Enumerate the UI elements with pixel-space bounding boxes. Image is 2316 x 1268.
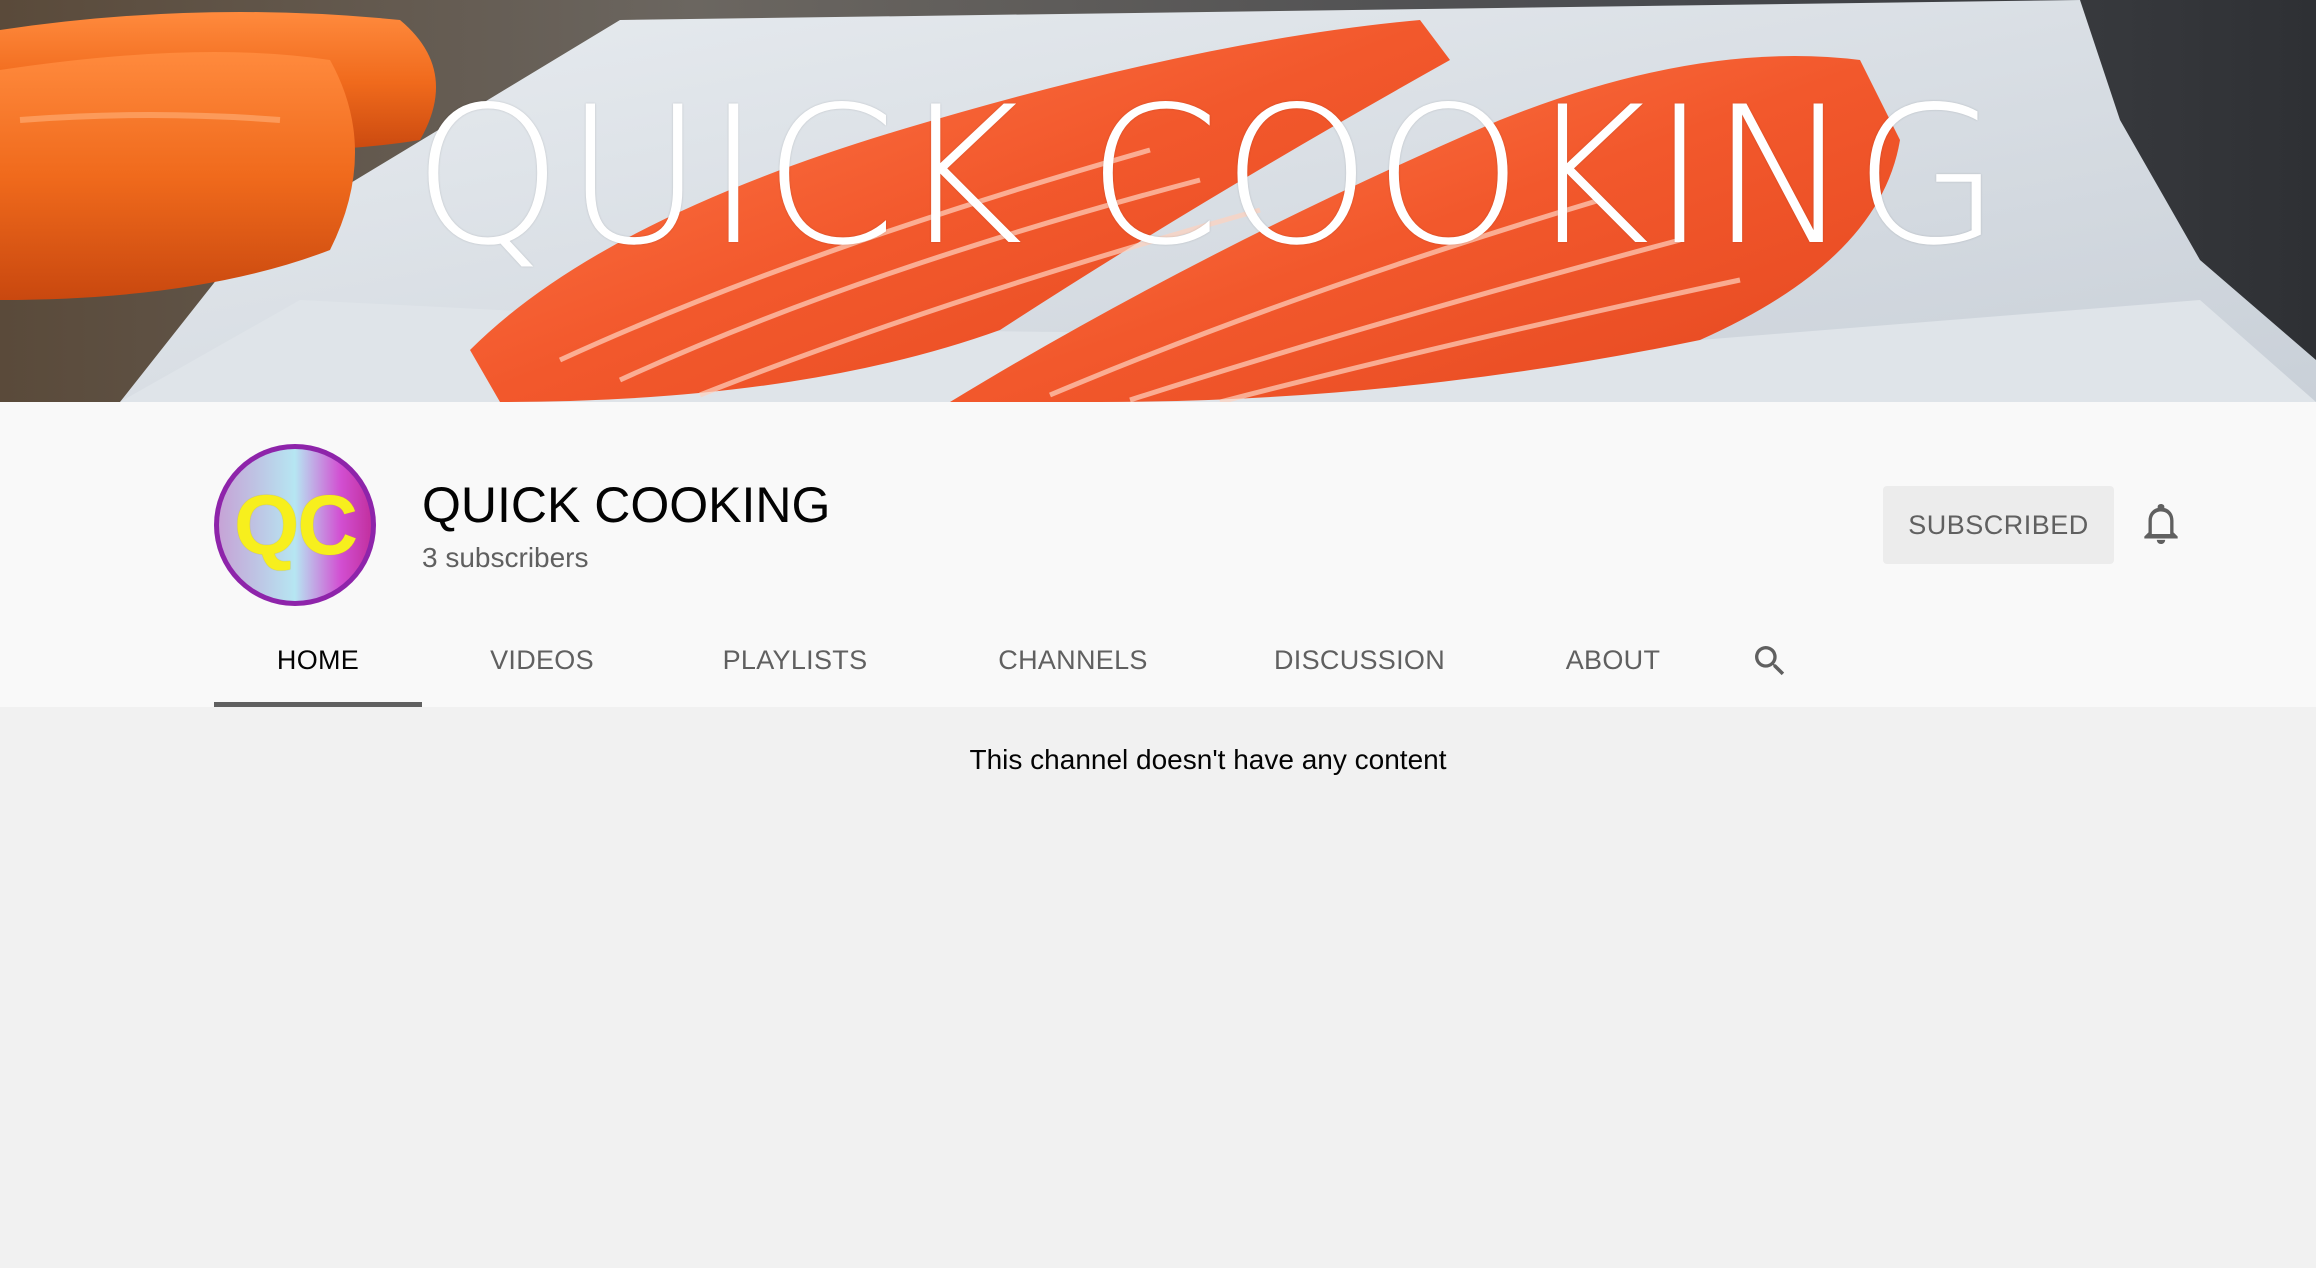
channel-header: QC QUICK COOKING 3 subscribers SUBSCRIBE… (0, 402, 2316, 707)
banner-title: QUICK COOKING (412, 66, 2004, 287)
channel-tabs: HOME VIDEOS PLAYLISTS CHANNELS DISCUSSIO… (214, 625, 1815, 707)
avatar-text: QC (219, 449, 371, 601)
tab-discussion[interactable]: DISCUSSION (1218, 625, 1501, 707)
empty-content-message: This channel doesn't have any content (969, 744, 1447, 775)
tab-home[interactable]: HOME (214, 625, 422, 707)
channel-name: QUICK COOKING (422, 477, 831, 533)
tab-about[interactable]: ABOUT (1501, 625, 1725, 707)
subscriber-count: 3 subscribers (422, 542, 589, 573)
search-icon[interactable] (1725, 625, 1815, 707)
tab-playlists[interactable]: PLAYLISTS (662, 625, 928, 707)
subscribed-button[interactable]: SUBSCRIBED (1883, 486, 2114, 564)
tab-videos[interactable]: VIDEOS (422, 625, 662, 707)
channel-banner: QUICK COOKING (0, 0, 2316, 402)
tab-channels[interactable]: CHANNELS (928, 625, 1218, 707)
avatar[interactable]: QC (214, 444, 376, 606)
bell-icon[interactable] (2141, 502, 2181, 546)
